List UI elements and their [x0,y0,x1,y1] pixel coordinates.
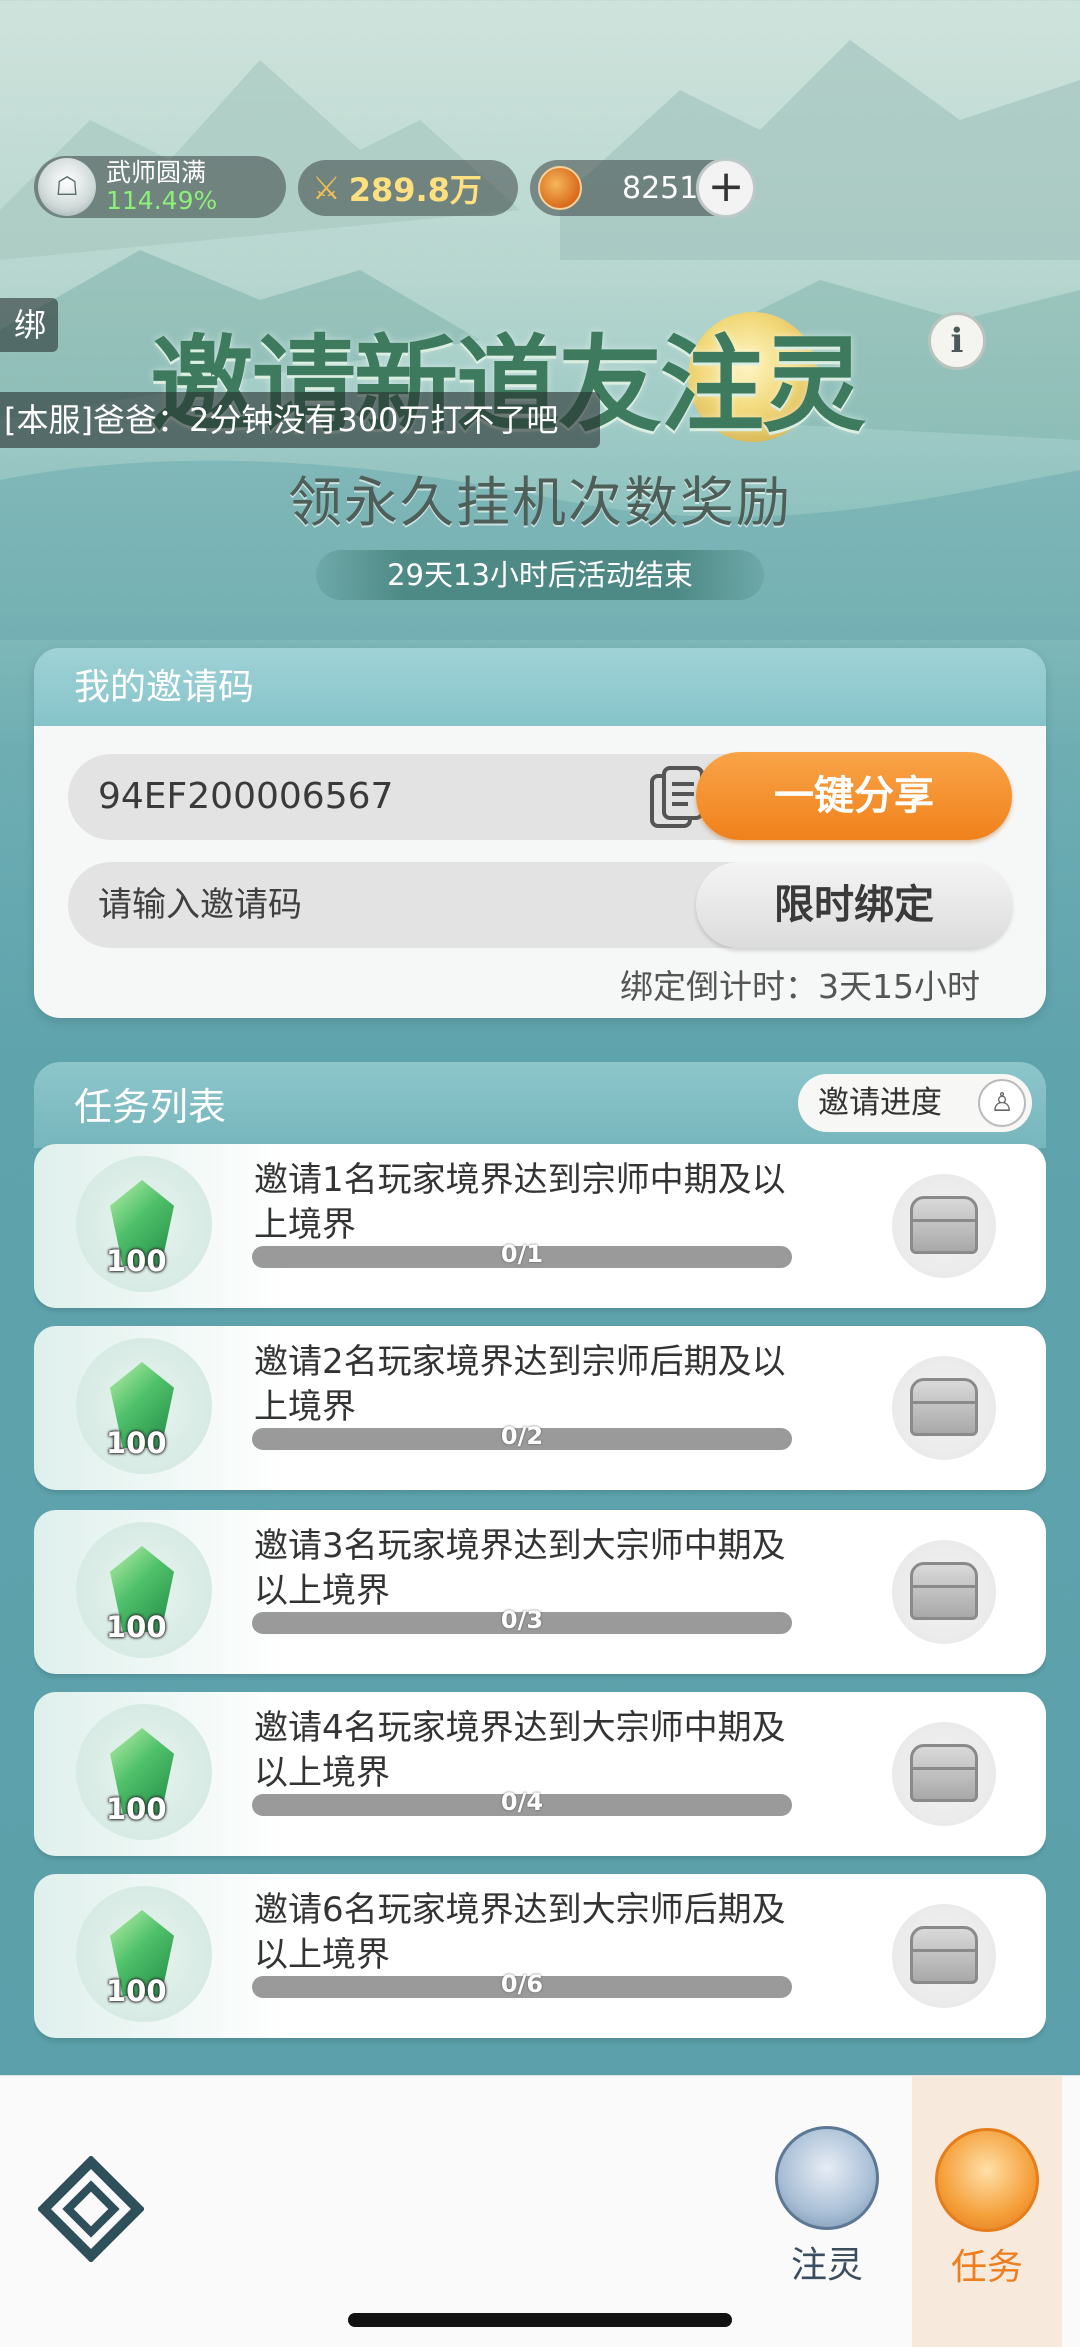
task-progress-bar: 0/3 [252,1606,792,1634]
invite-input-row: 限时绑定 [68,862,1012,948]
task-progress-text: 0/6 [500,1970,544,1998]
bind-button[interactable]: 限时绑定 [696,862,1012,948]
chat-tag-text: 绑定 [13,306,46,344]
invite-code-row: 94EF200006567 一键分享 [68,752,1012,840]
share-button[interactable]: 一键分享 [696,752,1012,840]
power-value: 289.8万 [348,171,482,209]
add-jade-button[interactable]: + [696,158,756,218]
task-description: 邀请4名玩家境界达到大宗师中期及以上境界 [254,1708,786,1793]
chest-icon [910,1926,978,1984]
home-indicator [348,2313,732,2327]
invite-progress-button[interactable]: 邀请进度 ♙ [798,1074,1032,1132]
task-progress-text: 0/2 [500,1422,544,1450]
nav-zhuling-label: 注灵 [790,2245,863,2286]
chest-icon [910,1196,978,1254]
avatar: ☖ [38,158,96,216]
power-chip: ⚔ 289.8万 [298,160,518,216]
task-description: 邀请3名玩家境界达到大宗师中期及以上境界 [254,1526,786,1611]
task-item: 100 邀请6名玩家境界达到大宗师后期及以上境界 0/6 [34,1874,1046,2038]
rank-chip[interactable]: ☖ 武师圆满 114.49% [34,156,286,218]
jade-currency-icon [538,166,582,210]
rank-name: 武师圆满 [106,158,207,187]
reward-count: 100 [106,1974,167,2008]
event-countdown: 29天13小时后活动结束 [316,550,764,600]
reward-count: 100 [106,1610,167,1644]
reward-chest[interactable] [892,1904,996,2008]
bottom-nav: 注灵 任务 [0,2075,1080,2347]
task-progress-text: 0/4 [500,1788,544,1816]
task-progress-text: 0/1 [500,1240,544,1268]
back-diamond-icon[interactable] [38,2156,144,2262]
nav-renwu[interactable]: 任务 [912,2076,1062,2347]
task-panel-header: 任务列表 邀请进度 ♙ [34,1062,1046,1148]
jade-chip: 8251 + [530,158,756,218]
invite-panel-header: 我的邀请码 [34,648,1046,726]
task-progress-bar: 0/2 [252,1422,792,1450]
task-description: 邀请1名玩家境界达到宗师中期及以上境界 [254,1160,786,1245]
chat-tag: 绑定 [0,298,58,352]
task-description: 邀请6名玩家境界达到大宗师后期及以上境界 [254,1890,786,1975]
task-progress-bar: 0/6 [252,1970,792,1998]
task-item: 100 邀请4名玩家境界达到大宗师中期及以上境界 0/4 [34,1692,1046,1856]
jade-value: 8251 [622,170,699,206]
reward-chest[interactable] [892,1356,996,1460]
reward-count: 100 [106,1244,167,1278]
nav-zhuling[interactable]: 注灵 [752,2126,902,2286]
chat-message[interactable]: [本服]爸爸：2分钟没有300万打不了吧 [0,392,600,448]
rank-percent: 114.49% [106,186,218,215]
chest-icon [910,1378,978,1436]
task-panel: 任务列表 邀请进度 ♙ 100 邀请1名玩家境界达到宗师中期及以上境界 0/1 … [34,1062,1046,2082]
chest-icon [910,1562,978,1620]
task-progress-bar: 0/4 [252,1788,792,1816]
crossed-swords-icon: ⚔ [312,169,341,207]
task-item: 100 邀请3名玩家境界达到大宗师中期及以上境界 0/3 [34,1510,1046,1674]
task-progress-text: 0/3 [500,1606,544,1634]
invite-code: 94EF200006567 [98,776,394,817]
reward-chest[interactable] [892,1540,996,1644]
event-subtitle: 领永久挂机次数奖励 [288,471,792,534]
reward-count: 100 [106,1792,167,1826]
spirit-infuse-icon [775,2126,879,2230]
task-description: 邀请2名玩家境界达到宗师后期及以上境界 [254,1342,786,1427]
bind-countdown: 绑定倒计时：3天15小时 [620,967,980,1006]
invite-progress-label: 邀请进度 [818,1085,942,1121]
reward-count: 100 [106,1426,167,1460]
add-person-icon: ♙ [978,1079,1026,1127]
task-progress-bar: 0/1 [252,1240,792,1268]
reward-chest[interactable] [892,1722,996,1826]
task-header-title: 任务列表 [74,1085,227,1129]
invite-panel: 我的邀请码 94EF200006567 一键分享 限时绑定 绑定倒计时：3天15… [34,648,1046,1018]
invite-code-input[interactable] [98,862,658,948]
task-scroll-icon [935,2128,1039,2232]
nav-renwu-label: 任务 [950,2247,1023,2288]
chest-icon [910,1744,978,1802]
task-item: 100 邀请2名玩家境界达到宗师后期及以上境界 0/2 [34,1326,1046,1490]
reward-chest[interactable] [892,1174,996,1278]
task-item: 100 邀请1名玩家境界达到宗师中期及以上境界 0/1 [34,1144,1046,1308]
